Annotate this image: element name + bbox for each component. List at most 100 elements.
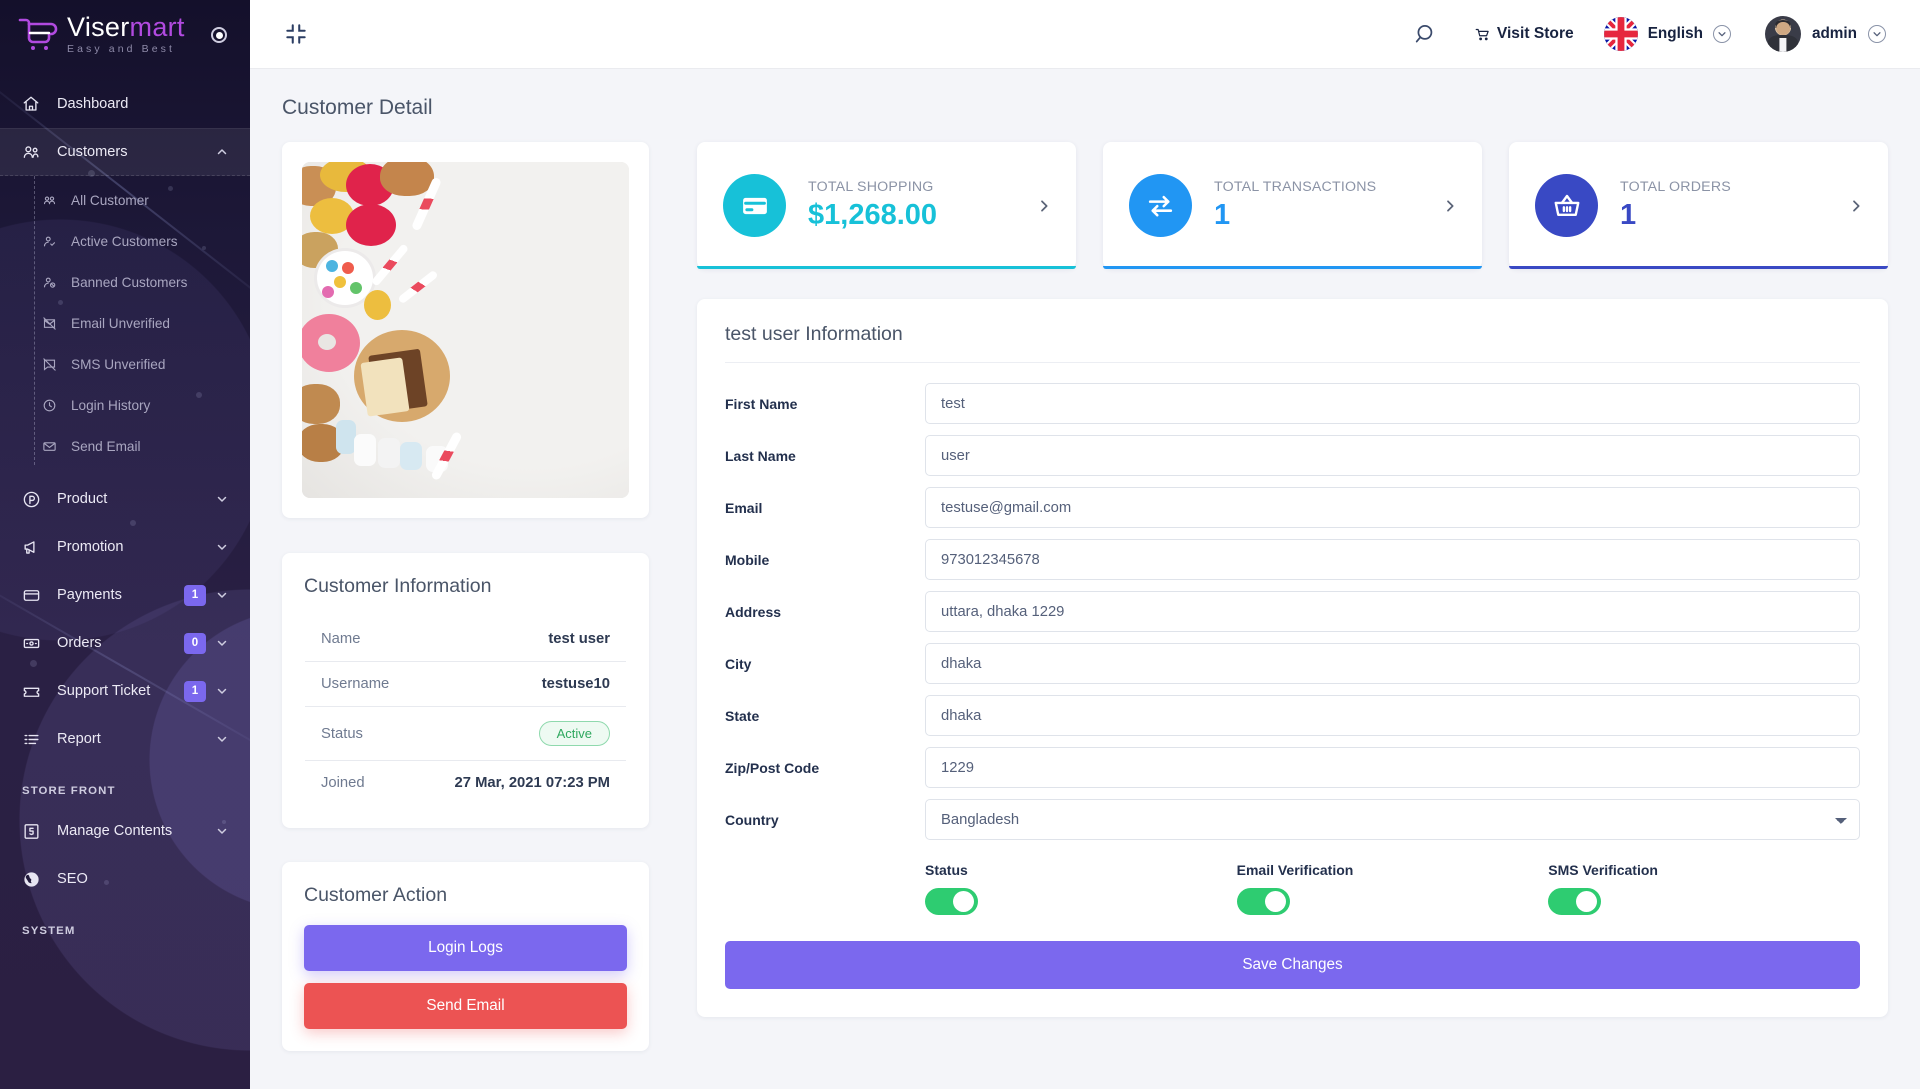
search-icon[interactable] bbox=[1413, 21, 1439, 47]
field-row-city: City bbox=[725, 643, 1860, 684]
language-selector[interactable]: English bbox=[1603, 17, 1731, 51]
field-row-state: State bbox=[725, 695, 1860, 736]
row-value: Active bbox=[417, 707, 626, 761]
sidebar-item-orders[interactable]: Orders 0 bbox=[0, 619, 250, 667]
visit-store-label: Visit Store bbox=[1496, 25, 1574, 42]
megaphone-icon bbox=[22, 538, 48, 557]
sidebar-subitem-email-unverified[interactable]: Email Unverified bbox=[0, 303, 250, 344]
sidebar-item-support-ticket[interactable]: Support Ticket 1 bbox=[0, 667, 250, 715]
save-changes-button[interactable]: Save Changes bbox=[725, 941, 1860, 989]
field-label: City bbox=[725, 655, 752, 672]
table-row: Joined 27 Mar, 2021 07:23 PM bbox=[305, 761, 626, 806]
sidebar-item-label: Report bbox=[57, 731, 101, 747]
sidebar-subitem-active-customers[interactable]: Active Customers bbox=[0, 221, 250, 262]
row-value: 27 Mar, 2021 07:23 PM bbox=[454, 775, 610, 791]
sidebar-subitem-login-history[interactable]: Login History bbox=[0, 385, 250, 426]
send-email-button[interactable]: Send Email bbox=[304, 983, 627, 1029]
globe-icon bbox=[22, 870, 48, 889]
customer-action-title: Customer Action bbox=[304, 884, 448, 906]
table-row: Username testuse10 bbox=[305, 662, 626, 707]
address-input[interactable] bbox=[925, 591, 1860, 632]
users-icon bbox=[42, 193, 64, 208]
sidebar-subitem-label: Active Customers bbox=[71, 234, 178, 249]
header-right-group: Visit Store English admin bbox=[1413, 16, 1920, 52]
sidebar-pin-toggle[interactable] bbox=[211, 27, 227, 43]
field-row-last-name: Last Name bbox=[725, 435, 1860, 476]
brand-tagline: Easy and Best bbox=[67, 42, 176, 55]
sidebar-item-report[interactable]: Report bbox=[0, 715, 250, 763]
sidebar-item-dashboard[interactable]: Dashboard bbox=[0, 80, 250, 128]
email-input[interactable] bbox=[925, 487, 1860, 528]
users-icon bbox=[22, 143, 48, 162]
toggle-label: Email Verification bbox=[1236, 862, 1354, 878]
sidebar: Visermart Easy and Best Dashboard Custom… bbox=[0, 0, 250, 1089]
sidebar-item-product[interactable]: Product bbox=[0, 475, 250, 523]
toggle-label: SMS Verification bbox=[1548, 862, 1658, 878]
last-name-input[interactable] bbox=[925, 435, 1860, 476]
chevron-down-icon[interactable] bbox=[1868, 25, 1886, 43]
stat-label: TOTAL SHOPPING bbox=[808, 179, 934, 195]
field-label: Email bbox=[725, 499, 763, 516]
first-name-input[interactable] bbox=[925, 383, 1860, 424]
sidebar-subitem-label: Login History bbox=[71, 398, 151, 413]
row-value: test user bbox=[548, 631, 610, 647]
customer-information-table: Name test user Username testuse10 Status… bbox=[304, 616, 627, 806]
chevron-right-icon[interactable] bbox=[1442, 195, 1458, 217]
state-input[interactable] bbox=[925, 695, 1860, 736]
sidebar-section-system: SYSTEM bbox=[22, 925, 76, 937]
field-row-address: Address bbox=[725, 591, 1860, 632]
stat-value: $1,268.00 bbox=[808, 199, 938, 231]
sidebar-subitem-send-email[interactable]: Send Email bbox=[0, 426, 250, 467]
zip-input[interactable] bbox=[925, 747, 1860, 788]
chevron-down-icon[interactable] bbox=[1712, 25, 1731, 43]
sidebar-item-promotion[interactable]: Promotion bbox=[0, 523, 250, 571]
sidebar-subitem-label: All Customer bbox=[71, 193, 149, 208]
sidebar-nav: Dashboard Customers All Customer Active … bbox=[0, 68, 250, 947]
stat-cards: TOTAL SHOPPING $1,268.00 TOTAL TRANSACTI… bbox=[697, 142, 1888, 269]
field-row-email: Email bbox=[725, 487, 1860, 528]
sms-verification-toggle[interactable] bbox=[1548, 888, 1602, 915]
avatar bbox=[1764, 16, 1801, 52]
sidebar-subitem-label: Banned Customers bbox=[71, 275, 188, 290]
html5-icon bbox=[22, 822, 48, 841]
sidebar-subitem-label: Email Unverified bbox=[71, 316, 170, 331]
email-verification-toggle[interactable] bbox=[1236, 888, 1290, 915]
sidebar-subitem-all-customer[interactable]: All Customer bbox=[0, 180, 250, 221]
customer-information-title: Customer Information bbox=[304, 575, 492, 597]
sidebar-item-manage-contents[interactable]: Manage Contents bbox=[0, 807, 250, 855]
chevron-right-icon[interactable] bbox=[1848, 195, 1864, 217]
stat-card-total-orders[interactable]: TOTAL ORDERS 1 bbox=[1509, 142, 1888, 269]
field-row-first-name: First Name bbox=[725, 383, 1860, 424]
toggle-group-status: Status bbox=[925, 862, 1237, 915]
sidebar-subitem-banned-customers[interactable]: Banned Customers bbox=[0, 262, 250, 303]
country-select[interactable]: Bangladesh bbox=[925, 799, 1860, 840]
sidebar-subitem-sms-unverified[interactable]: SMS Unverified bbox=[0, 344, 250, 385]
login-logs-button[interactable]: Login Logs bbox=[304, 925, 627, 971]
sidebar-item-label: Manage Contents bbox=[57, 823, 173, 839]
status-toggle[interactable] bbox=[925, 888, 978, 915]
chevron-down-icon bbox=[216, 589, 228, 601]
visit-store-link[interactable]: Visit Store bbox=[1475, 25, 1574, 43]
city-input[interactable] bbox=[925, 643, 1860, 684]
page-title: Customer Detail bbox=[282, 96, 433, 119]
brand-name-secondary: mart bbox=[129, 11, 185, 42]
brand-logo[interactable]: Visermart Easy and Best bbox=[0, 0, 250, 68]
credit-card-icon bbox=[723, 174, 786, 237]
mobile-input[interactable] bbox=[925, 539, 1860, 580]
basket-icon bbox=[1535, 174, 1598, 237]
stat-card-total-transactions[interactable]: TOTAL TRANSACTIONS 1 bbox=[1103, 142, 1482, 269]
stat-card-total-shopping[interactable]: TOTAL SHOPPING $1,268.00 bbox=[697, 142, 1076, 269]
right-column: TOTAL SHOPPING $1,268.00 TOTAL TRANSACTI… bbox=[697, 142, 1888, 1051]
sidebar-item-payments[interactable]: Payments 1 bbox=[0, 571, 250, 619]
sidebar-badge-orders: 0 bbox=[184, 632, 206, 654]
collapse-icon[interactable] bbox=[283, 21, 309, 47]
user-menu[interactable]: admin bbox=[1764, 16, 1886, 52]
row-key: Status bbox=[321, 725, 363, 742]
envelope-icon bbox=[42, 439, 64, 454]
sidebar-item-seo[interactable]: SEO bbox=[0, 855, 250, 903]
chevron-down-icon bbox=[216, 541, 228, 553]
chevron-right-icon[interactable] bbox=[1036, 195, 1052, 217]
sidebar-item-label: Customers bbox=[57, 144, 128, 160]
stat-value: 1 bbox=[1620, 199, 1637, 231]
sidebar-item-customers[interactable]: Customers bbox=[0, 128, 250, 176]
